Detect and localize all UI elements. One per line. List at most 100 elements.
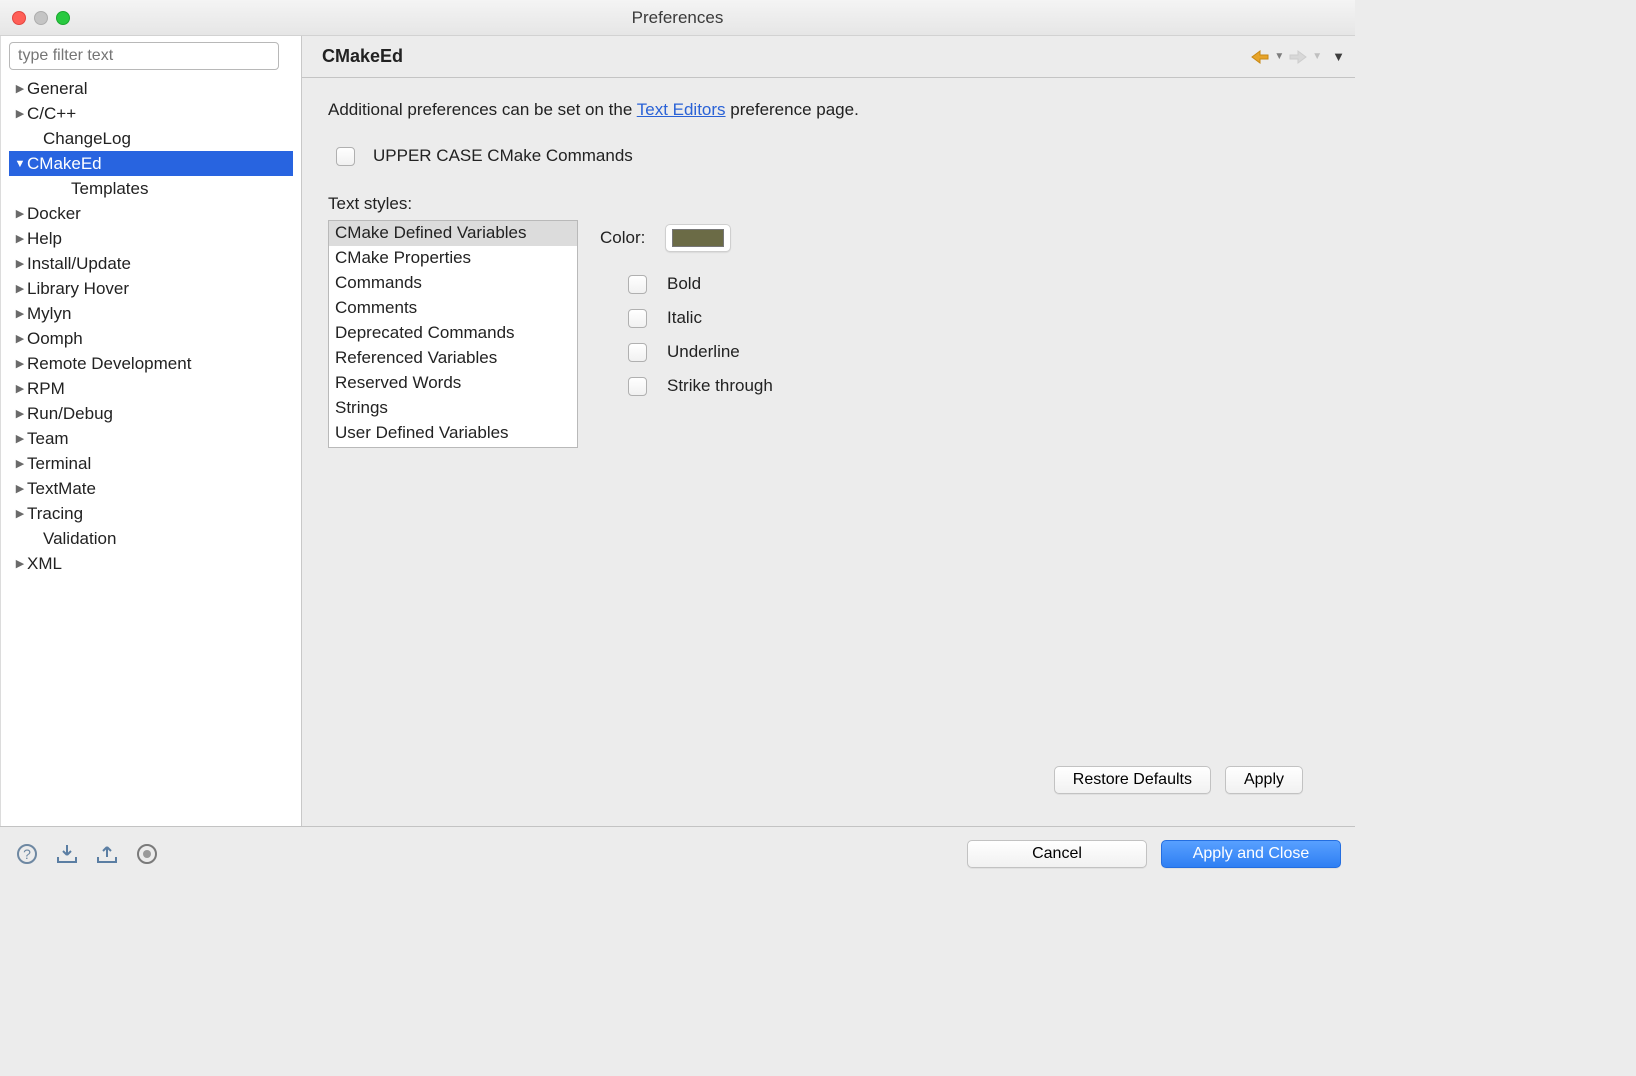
tree-item-label: C/C++ [27,104,76,124]
import-icon[interactable] [54,841,80,867]
chevron-right-icon[interactable]: ▶ [13,382,27,395]
style-item[interactable]: Comments [329,296,577,321]
chevron-right-icon[interactable]: ▶ [13,407,27,420]
tree-item[interactable]: ▶TextMate [9,476,293,501]
tree-item-label: Team [27,429,69,449]
chevron-right-icon[interactable]: ▶ [13,332,27,345]
intro-suffix: preference page. [726,100,859,119]
uppercase-checkbox[interactable] [336,147,355,166]
chevron-down-icon[interactable]: ▼ [13,158,27,170]
restore-defaults-button[interactable]: Restore Defaults [1054,766,1211,794]
style-item[interactable]: CMake Properties [329,246,577,271]
tree-item[interactable]: ▶Help [9,226,293,251]
chevron-right-icon[interactable]: ▶ [13,432,27,445]
export-icon[interactable] [94,841,120,867]
color-label: Color: [600,228,645,248]
chevron-right-icon[interactable]: ▶ [13,457,27,470]
tree-item[interactable]: ▶Terminal [9,451,293,476]
tree-item-label: Tracing [27,504,83,524]
header-nav-icons: ▼ ▼ ▼ [1250,49,1345,65]
tree-item[interactable]: ▶Templates [9,176,293,201]
italic-label: Italic [667,308,702,328]
tree-item[interactable]: ▶General [9,76,293,101]
bold-checkbox[interactable] [628,275,647,294]
strikethrough-checkbox[interactable] [628,377,647,396]
tree-item[interactable]: ▶Run/Debug [9,401,293,426]
italic-checkbox[interactable] [628,309,647,328]
apply-button[interactable]: Apply [1225,766,1303,794]
tree-item-label: Validation [43,529,116,549]
strikethrough-label: Strike through [667,376,773,396]
uppercase-label: UPPER CASE CMake Commands [373,146,633,166]
forward-icon[interactable] [1288,49,1308,65]
content-body: Additional preferences can be set on the… [302,78,1355,826]
italic-row: Italic [628,308,773,328]
underline-label: Underline [667,342,740,362]
tree-item-label: Docker [27,204,81,224]
style-item[interactable]: Referenced Variables [329,346,577,371]
intro-text: Additional preferences can be set on the… [328,100,1329,120]
chevron-right-icon[interactable]: ▶ [13,557,27,570]
back-icon[interactable] [1250,49,1270,65]
help-icon[interactable]: ? [14,841,40,867]
color-picker[interactable] [665,224,731,252]
underline-row: Underline [628,342,773,362]
chevron-right-icon[interactable]: ▶ [13,357,27,370]
styles-list[interactable]: CMake Defined VariablesCMake PropertiesC… [328,220,578,448]
apply-and-close-button[interactable]: Apply and Close [1161,840,1341,868]
tree-item-label: Mylyn [27,304,71,324]
styles-row: CMake Defined VariablesCMake PropertiesC… [328,220,1329,448]
strikethrough-row: Strike through [628,376,773,396]
chevron-right-icon[interactable]: ▶ [13,307,27,320]
tree-item[interactable]: ▶Library Hover [9,276,293,301]
text-editors-link[interactable]: Text Editors [637,100,726,119]
chevron-right-icon[interactable]: ▶ [13,82,27,95]
tree-item[interactable]: ▶Tracing [9,501,293,526]
style-item[interactable]: Deprecated Commands [329,321,577,346]
tree-item[interactable]: ▶Install/Update [9,251,293,276]
tree-item-label: Oomph [27,329,83,349]
style-item[interactable]: CMake Defined Variables [329,221,577,246]
chevron-right-icon[interactable]: ▶ [13,282,27,295]
tree-item[interactable]: ▼CMakeEd [9,151,293,176]
chevron-right-icon[interactable]: ▶ [13,107,27,120]
tree-item[interactable]: ▶Docker [9,201,293,226]
tree-item-label: Terminal [27,454,91,474]
chevron-down-icon[interactable]: ▼ [1312,51,1322,62]
tree-item[interactable]: ▶XML [9,551,293,576]
filter-input[interactable] [9,42,279,70]
preferences-sidebar: ▶General▶C/C++▶ChangeLog▼CMakeEd▶Templat… [0,36,302,826]
cancel-button[interactable]: Cancel [967,840,1147,868]
tree-item[interactable]: ▶RPM [9,376,293,401]
record-icon[interactable] [134,841,160,867]
tree-item[interactable]: ▶Mylyn [9,301,293,326]
chevron-down-icon[interactable]: ▼ [1274,51,1284,62]
chevron-right-icon[interactable]: ▶ [13,232,27,245]
bold-label: Bold [667,274,701,294]
style-item[interactable]: Strings [329,396,577,421]
tree-item-label: CMakeEd [27,154,102,174]
underline-checkbox[interactable] [628,343,647,362]
intro-prefix: Additional preferences can be set on the [328,100,637,119]
tree-item[interactable]: ▶Oomph [9,326,293,351]
text-styles-label: Text styles: [328,194,1329,214]
tree-item[interactable]: ▶Team [9,426,293,451]
tree-item[interactable]: ▶Validation [9,526,293,551]
tree-item-label: TextMate [27,479,96,499]
chevron-right-icon[interactable]: ▶ [13,482,27,495]
chevron-right-icon[interactable]: ▶ [13,507,27,520]
style-item[interactable]: Reserved Words [329,371,577,396]
tree-item[interactable]: ▶C/C++ [9,101,293,126]
tree-item[interactable]: ▶ChangeLog [9,126,293,151]
style-item[interactable]: Commands [329,271,577,296]
tree-item[interactable]: ▶Remote Development [9,351,293,376]
tree-item-label: RPM [27,379,65,399]
tree-item-label: Help [27,229,62,249]
bottom-bar: ? Cancel Apply and Close [0,826,1355,880]
style-item[interactable]: User Defined Variables [329,421,577,446]
menu-chevron-icon[interactable]: ▼ [1332,49,1345,64]
preferences-tree[interactable]: ▶General▶C/C++▶ChangeLog▼CMakeEd▶Templat… [9,76,293,820]
chevron-right-icon[interactable]: ▶ [13,207,27,220]
tree-item-label: Install/Update [27,254,131,274]
chevron-right-icon[interactable]: ▶ [13,257,27,270]
